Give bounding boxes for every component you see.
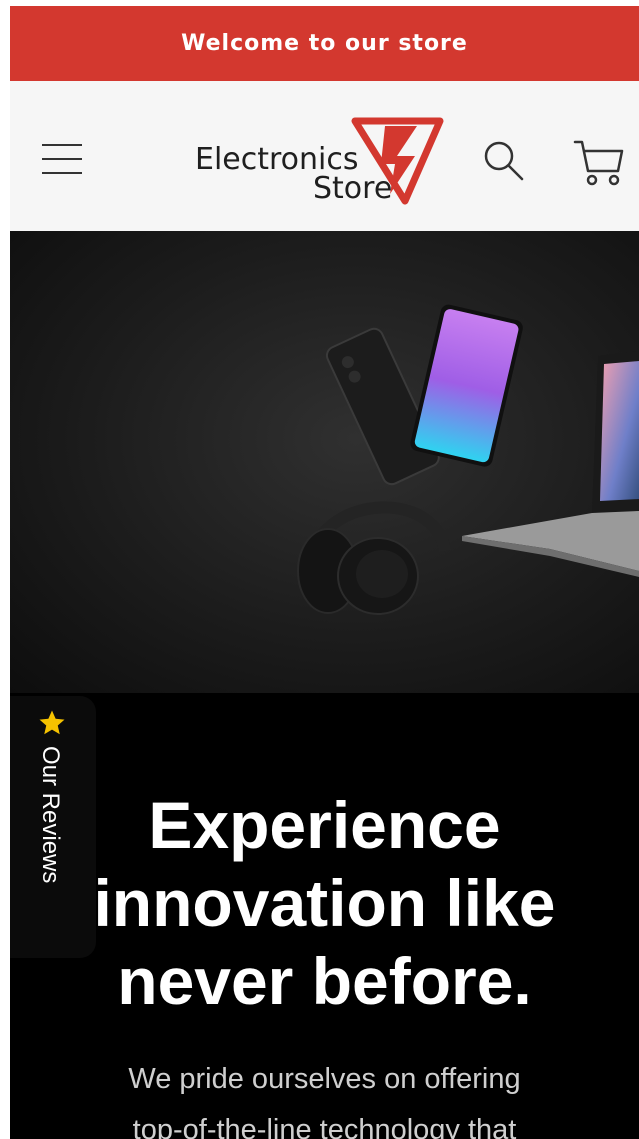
headline-line-1: Experience — [148, 788, 501, 862]
star-icon — [39, 710, 65, 735]
announcement-bar: Welcome to our store — [10, 6, 639, 81]
hero-image — [10, 231, 639, 693]
search-icon — [484, 141, 524, 181]
subtext-line-2: top-of-the-line technology that — [132, 1114, 517, 1139]
hero-headline: Experience innovation like never before. — [10, 786, 639, 1020]
announcement-text: Welcome to our store — [181, 31, 468, 56]
cart-button[interactable] — [572, 137, 626, 191]
search-button[interactable] — [482, 139, 526, 183]
page: Welcome to our store Electronics Store O… — [10, 6, 639, 1139]
logo-line2: Store — [313, 171, 393, 206]
store-logo[interactable]: Electronics Store — [195, 116, 445, 206]
hero-subtext: We pride ourselves on offering top-of-th… — [10, 1054, 639, 1139]
headline-line-2: innovation like — [93, 866, 556, 940]
menu-button[interactable] — [40, 136, 85, 181]
hero-section: Our Reviews Experience innovation like n… — [10, 231, 639, 1139]
headline-line-3: never before. — [117, 944, 532, 1018]
subtext-line-1: We pride ourselves on offering — [128, 1063, 521, 1095]
cart-icon — [573, 140, 624, 186]
hero-products-illustration — [297, 304, 639, 615]
site-header: Electronics Store — [10, 81, 639, 231]
